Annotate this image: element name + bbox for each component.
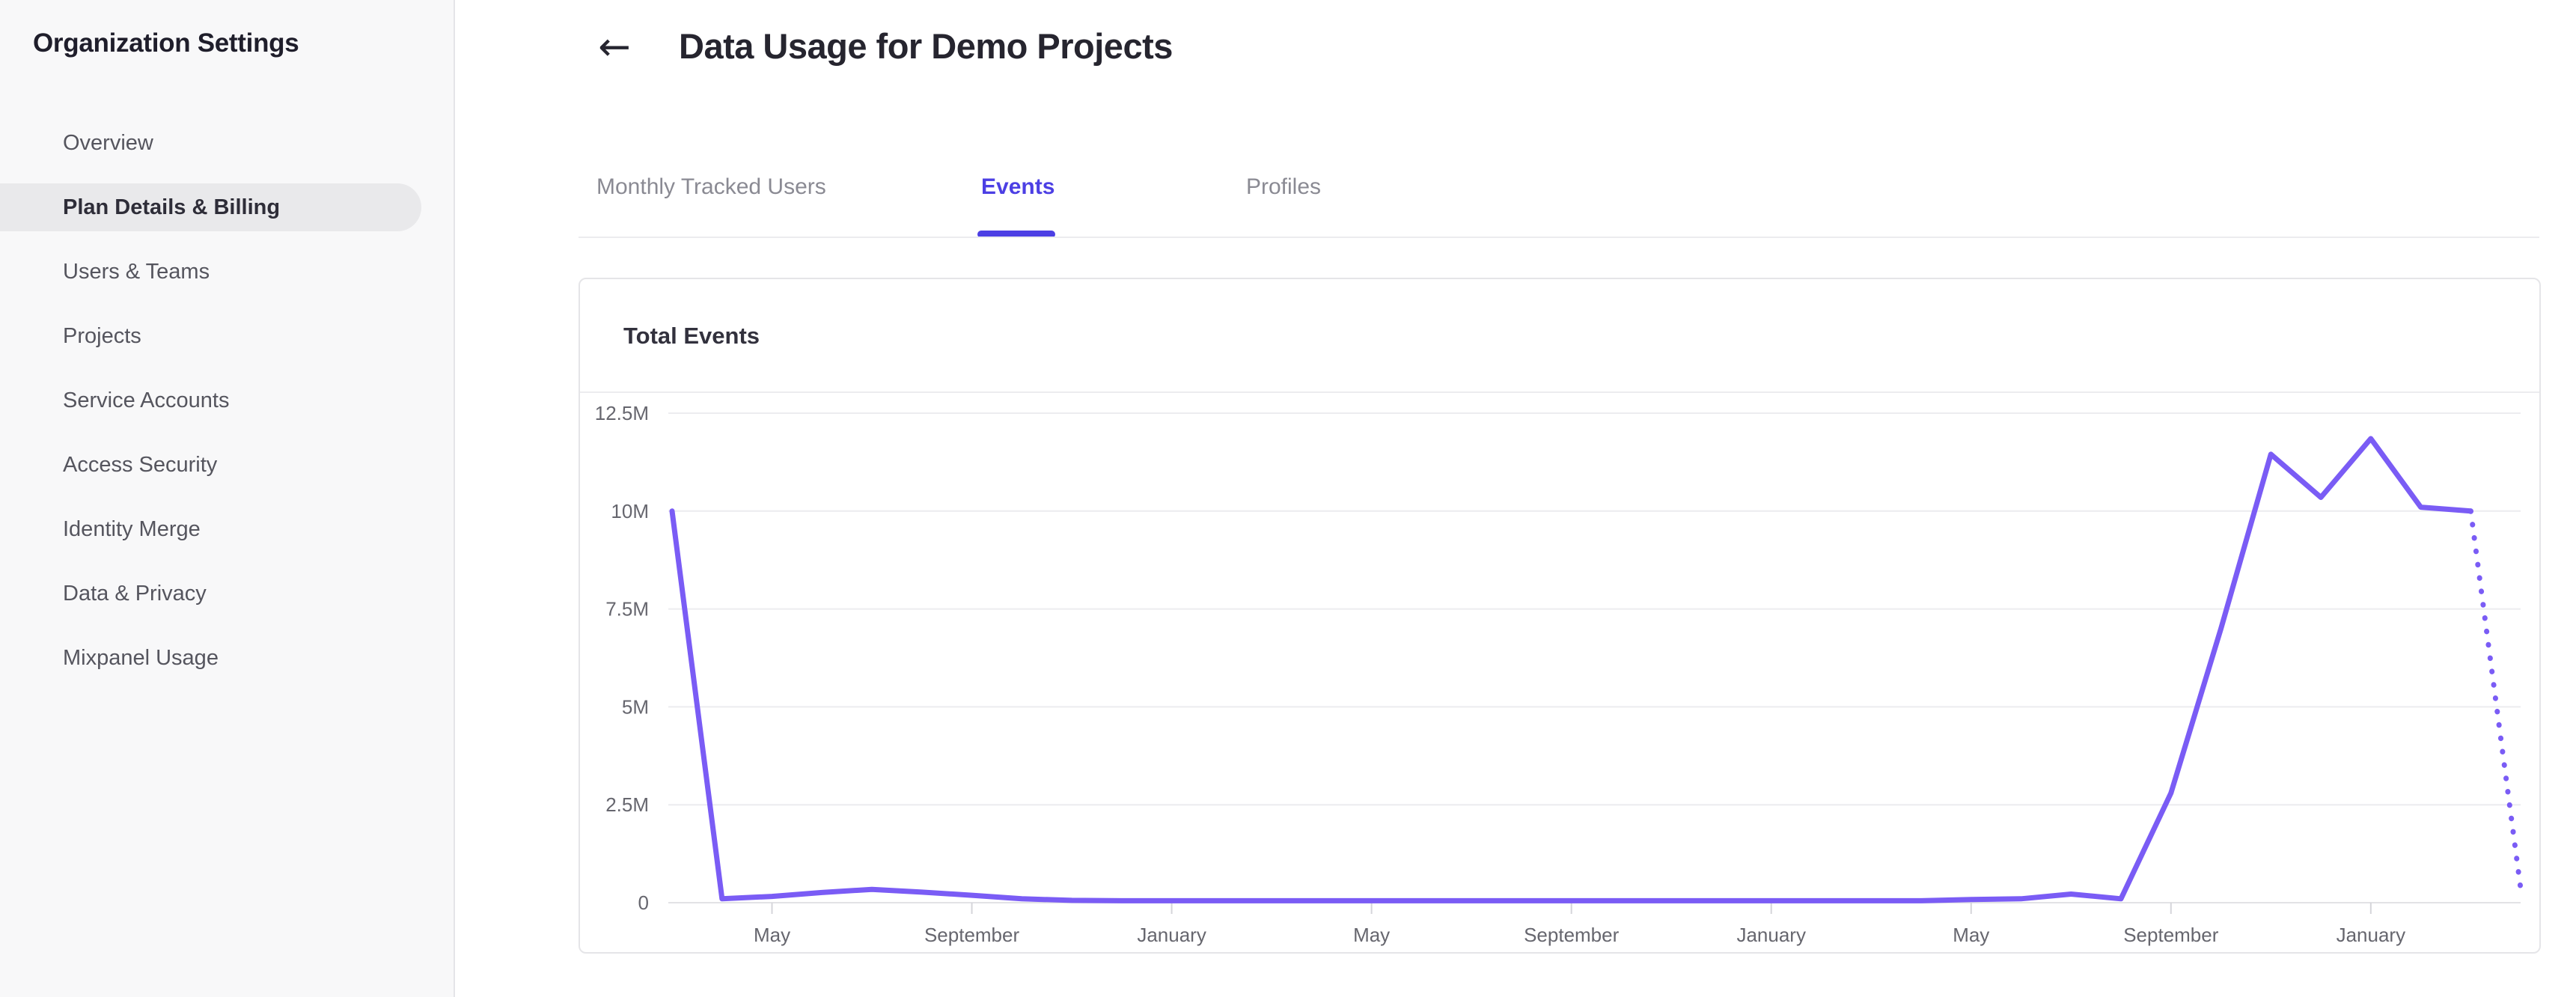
y-axis-label: 0: [638, 891, 649, 914]
sidebar-item-label: Access Security: [63, 452, 218, 477]
x-axis-label: January: [2337, 924, 2406, 946]
sidebar-item-label: Overview: [63, 130, 153, 155]
x-axis-label: January: [1137, 924, 1206, 946]
total-events-chart: 12.5M 10M 7.5M 5M 2.5M 0 May September January Ma…: [580, 394, 2539, 952]
x-axis-label: May: [1353, 924, 1390, 946]
sidebar-item-label: Users & Teams: [63, 259, 210, 284]
sidebar: Organization Settings Overview Plan Detai…: [0, 0, 455, 997]
sidebar-nav: Overview Plan Details & Billing Users & Te…: [0, 111, 455, 690]
x-axis-label: September: [924, 924, 1020, 946]
x-axis-label: September: [2123, 924, 2219, 946]
sidebar-item-label: Data & Privacy: [63, 581, 207, 606]
card-title: Total Events: [623, 323, 760, 349]
total-events-line: [669, 436, 2473, 903]
total-events-card: Total Events 12.5M 10M 7.5M 5M 2.5M 0 May Septe…: [579, 278, 2541, 954]
y-axis-label: 7.5M: [605, 598, 649, 621]
y-axis-label: 2.5M: [605, 793, 649, 816]
sidebar-title: Organization Settings: [33, 28, 299, 58]
tab-divider: [579, 237, 2539, 238]
sidebar-item-label: Mixpanel Usage: [63, 645, 219, 670]
y-axis-label: 12.5M: [595, 402, 649, 424]
x-axis-label: May: [1953, 924, 1989, 946]
line-chart-canvas: 12.5M 10M 7.5M 5M 2.5M 0 May September January Ma…: [595, 402, 2524, 946]
page: Organization Settings Overview Plan Detai…: [0, 0, 2576, 997]
page-title: Data Usage for Demo Projects: [679, 26, 1173, 66]
sidebar-item-data-privacy[interactable]: Data & Privacy: [0, 561, 455, 626]
x-axis-label: May: [754, 924, 790, 946]
y-axis-label: 5M: [622, 695, 649, 718]
sidebar-item-plan-details-billing[interactable]: Plan Details & Billing: [0, 175, 455, 240]
projection-dotted-line: [2467, 508, 2524, 892]
back-arrow-icon: ←: [598, 25, 631, 70]
y-axis-label: 10M: [611, 500, 649, 522]
sidebar-item-projects[interactable]: Projects: [0, 304, 455, 368]
sidebar-item-label: Plan Details & Billing: [63, 195, 281, 219]
tab-profiles[interactable]: Profiles: [1246, 174, 1321, 200]
back-button[interactable]: ←: [588, 21, 641, 73]
sidebar-item-label: Identity Merge: [63, 516, 201, 541]
sidebar-item-identity-merge[interactable]: Identity Merge: [0, 497, 455, 561]
sidebar-item-users-teams[interactable]: Users & Teams: [0, 240, 455, 304]
sidebar-item-overview[interactable]: Overview: [0, 111, 455, 175]
tab-monthly-tracked-users[interactable]: Monthly Tracked Users: [596, 174, 826, 200]
sidebar-item-label: Projects: [63, 323, 141, 348]
tab-events[interactable]: Events: [981, 174, 1054, 200]
sidebar-item-mixpanel-usage[interactable]: Mixpanel Usage: [0, 626, 455, 690]
x-axis-label: September: [1524, 924, 1620, 946]
sidebar-item-service-accounts[interactable]: Service Accounts: [0, 368, 455, 433]
card-header: Total Events: [580, 279, 2539, 393]
sidebar-item-access-security[interactable]: Access Security: [0, 433, 455, 497]
sidebar-item-label: Service Accounts: [63, 388, 230, 412]
x-axis-label: January: [1736, 924, 1806, 946]
